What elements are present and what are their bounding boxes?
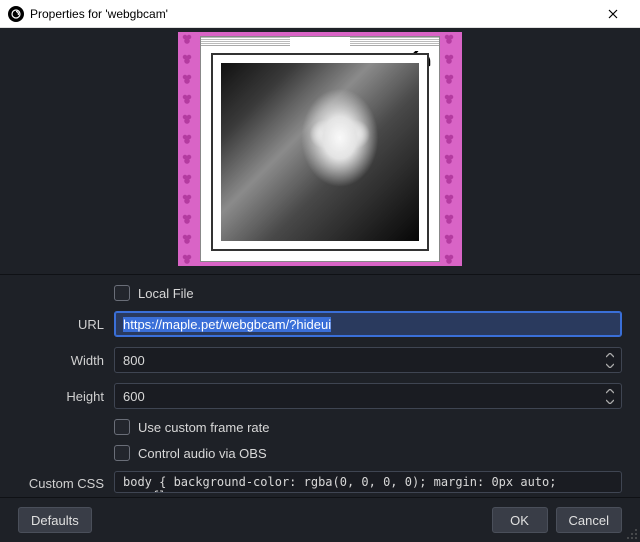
- width-label: Width: [18, 353, 114, 368]
- height-step-down[interactable]: [603, 397, 617, 405]
- control-audio-checkbox[interactable]: Control audio via OBS: [114, 445, 622, 461]
- custom-css-input[interactable]: [114, 471, 622, 493]
- cancel-button[interactable]: Cancel: [556, 507, 622, 533]
- preview-area: [0, 28, 640, 266]
- chevron-up-icon: [606, 389, 614, 394]
- width-value: 800: [123, 353, 145, 368]
- decoration-left: [180, 32, 198, 266]
- preview-window-bar: [201, 37, 439, 46]
- close-button[interactable]: [590, 0, 636, 28]
- height-label: Height: [18, 389, 114, 404]
- obs-app-icon: [8, 6, 24, 22]
- custom-css-label: Custom CSS: [18, 476, 114, 491]
- resize-grip-icon[interactable]: [626, 528, 638, 540]
- local-file-label: Local File: [138, 286, 194, 301]
- custom-frame-rate-checkbox[interactable]: Use custom frame rate: [114, 419, 622, 435]
- titlebar: Properties for 'webgbcam': [0, 0, 640, 28]
- checkbox-box-icon: [114, 445, 130, 461]
- close-icon: [608, 9, 618, 19]
- height-spinner[interactable]: 600: [114, 383, 622, 409]
- local-file-checkbox[interactable]: Local File: [114, 285, 622, 301]
- chevron-up-icon: [606, 353, 614, 358]
- chevron-down-icon: [606, 363, 614, 368]
- height-step-up[interactable]: [603, 387, 617, 395]
- height-value: 600: [123, 389, 145, 404]
- control-audio-label: Control audio via OBS: [138, 446, 267, 461]
- source-preview: [178, 32, 462, 266]
- decoration-right: [442, 32, 460, 266]
- preview-image: [221, 63, 419, 241]
- window-title: Properties for 'webgbcam': [30, 7, 590, 21]
- checkbox-box-icon: [114, 285, 130, 301]
- url-label: URL: [18, 317, 114, 332]
- checkbox-box-icon: [114, 419, 130, 435]
- preview-window: [200, 36, 440, 262]
- width-step-up[interactable]: [603, 351, 617, 359]
- custom-frame-rate-label: Use custom frame rate: [138, 420, 270, 435]
- defaults-button[interactable]: Defaults: [18, 507, 92, 533]
- width-spinner[interactable]: 800: [114, 347, 622, 373]
- width-step-down[interactable]: [603, 361, 617, 369]
- ok-button[interactable]: OK: [492, 507, 548, 533]
- properties-form: Local File URL Width 800: [0, 274, 640, 498]
- dialog-footer: Defaults OK Cancel: [0, 498, 640, 542]
- url-input[interactable]: [114, 311, 622, 337]
- dialog-content: Local File URL Width 800: [0, 28, 640, 542]
- chevron-down-icon: [606, 399, 614, 404]
- preview-frame: [211, 53, 429, 251]
